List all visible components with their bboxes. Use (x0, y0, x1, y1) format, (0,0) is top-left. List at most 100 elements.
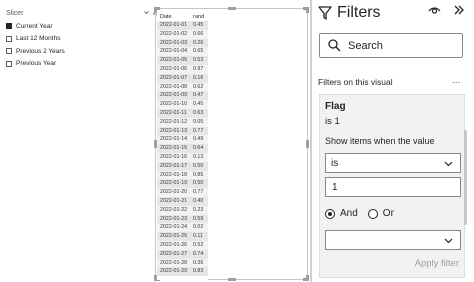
eye-icon[interactable] (428, 6, 441, 16)
table-row[interactable]: 2022-01-28 0.36 (157, 258, 208, 268)
cell-rand: 0.74 (193, 250, 204, 257)
cell-rand: 0.59 (193, 215, 204, 222)
resize-handle[interactable] (306, 7, 309, 13)
slicer-item-last-12-months[interactable]: Last 12 Months (6, 33, 65, 46)
table-row[interactable]: 2022-01-14 0.49 (157, 135, 208, 145)
cell-rand: 0.05 (193, 118, 204, 125)
cell-rand: 0.53 (193, 57, 204, 64)
cell-rand: 0.11 (193, 233, 203, 240)
cell-date: 2022-01-07 (160, 74, 188, 81)
slicer-item-label: Last 12 Months (16, 35, 61, 43)
slicer-item-label: Previous 2 Years (16, 47, 65, 55)
table-row[interactable]: 2022-01-29 0.83 (157, 267, 208, 277)
table-row[interactable]: 2022-01-10 0.45 (157, 100, 208, 109)
table-row[interactable]: 2022-01-04 0.65 (157, 47, 208, 57)
table-row[interactable]: 2022-01-20 0.77 (157, 188, 208, 197)
table-row[interactable]: 2022-01-21 0.40 (157, 196, 208, 206)
cell-date: 2022-01-18 (160, 171, 188, 178)
checkbox[interactable] (6, 23, 12, 30)
cell-date: 2022-01-25 (160, 233, 188, 240)
cell-date: 2022-01-21 (160, 197, 188, 204)
table-row[interactable]: 2022-01-19 0.50 (157, 179, 208, 189)
cell-date: 2022-01-10 (160, 101, 188, 108)
cell-date: 2022-01-06 (160, 65, 188, 72)
resize-handle[interactable] (228, 278, 236, 281)
table-visual[interactable]: Date rand 2022-01-01 0.45 2022-01-02 0.66 20… (154, 7, 309, 281)
value-input[interactable]: 1 (325, 177, 461, 197)
cell-rand: 0.52 (193, 241, 204, 248)
cell-rand: 0.77 (193, 127, 204, 134)
slicer-item-previous-2-years[interactable]: Previous 2 Years (6, 45, 65, 58)
cell-rand: 0.23 (193, 206, 204, 213)
table-row[interactable]: 2022-01-11 0.63 (157, 108, 208, 118)
cell-date: 2022-01-03 (160, 39, 188, 46)
cell-date: 2022-01-04 (160, 48, 188, 55)
radio-unselected[interactable] (367, 208, 378, 219)
slicer-title: Slicer (6, 10, 24, 17)
table-row[interactable]: 2022-01-02 0.66 (157, 29, 208, 39)
cell-date: 2022-01-28 (160, 259, 188, 266)
cell-date: 2022-01-08 (160, 83, 188, 90)
table-row[interactable]: 2022-01-08 0.62 (157, 82, 208, 92)
cell-date: 2022-01-20 (160, 189, 188, 196)
table-row[interactable]: 2022-01-06 0.97 (157, 64, 208, 74)
slicer-item-previous-year[interactable]: Previous Year (6, 58, 65, 71)
scrollbar[interactable] (464, 130, 467, 225)
table-row[interactable]: 2022-01-12 0.05 (157, 117, 208, 127)
resize-handle[interactable] (306, 140, 309, 148)
table-row[interactable]: 2022-01-27 0.74 (157, 249, 208, 259)
cell-date: 2022-01-22 (160, 206, 188, 213)
table-row[interactable]: 2022-01-05 0.53 (157, 56, 208, 65)
cell-rand: 0.65 (193, 48, 204, 55)
cell-date: 2022-01-27 (160, 250, 188, 257)
table-row[interactable]: 2022-01-23 0.59 (157, 214, 208, 224)
table-row[interactable]: 2022-01-13 0.77 (157, 126, 208, 136)
resize-handle[interactable] (306, 275, 309, 281)
filter-field-name[interactable]: Flag (325, 101, 346, 112)
resize-handle[interactable] (228, 7, 236, 10)
cell-rand: 0.47 (193, 92, 204, 99)
search-input[interactable]: Search (319, 33, 463, 58)
cell-date: 2022-01-15 (160, 145, 188, 152)
table-row[interactable]: 2022-01-22 0.23 (157, 205, 208, 215)
cell-rand: 0.36 (193, 259, 204, 266)
table-row[interactable]: 2022-01-25 0.11 (157, 232, 208, 241)
checkbox[interactable] (6, 60, 12, 67)
operator-dropdown[interactable]: is (325, 153, 461, 173)
more-options-icon[interactable]: ... (452, 75, 460, 86)
and-radio[interactable]: And (325, 208, 358, 219)
cell-rand: 0.66 (193, 30, 204, 37)
cell-rand: 0.13 (193, 153, 204, 160)
table-row[interactable]: 2022-01-03 0.26 (157, 38, 208, 48)
apply-filter-button[interactable]: Apply filter (415, 258, 459, 269)
table-row[interactable]: 2022-01-26 0.52 (157, 240, 208, 250)
value-text: 1 (332, 181, 338, 193)
cell-date: 2022-01-23 (160, 215, 188, 222)
chevron-down-icon (444, 238, 453, 244)
chevron-down-icon[interactable] (143, 9, 150, 16)
cell-rand: 0.26 (193, 39, 204, 46)
slicer-item-label: Previous Year (16, 60, 57, 68)
table-row[interactable]: 2022-01-15 0.64 (157, 144, 208, 153)
or-radio[interactable]: Or (367, 208, 394, 219)
column-header-date[interactable]: Date (157, 14, 191, 20)
table-row[interactable]: 2022-01-18 0.85 (157, 170, 208, 180)
slicer-item-current-year[interactable]: Current Year (6, 20, 65, 33)
checkbox[interactable] (6, 48, 12, 55)
operator-value: is (331, 157, 339, 169)
double-chevron-right-icon[interactable] (453, 4, 465, 19)
cell-date: 2022-01-01 (160, 22, 188, 28)
cell-date: 2022-01-24 (160, 224, 188, 231)
radio-selected[interactable] (325, 208, 335, 219)
cell-rand: 0.77 (193, 189, 204, 196)
table-row[interactable]: 2022-01-09 0.47 (157, 91, 208, 101)
cell-rand: 0.50 (193, 162, 204, 169)
second-operator-dropdown[interactable] (325, 230, 461, 250)
table-row[interactable]: 2022-01-01 0.45 (157, 21, 208, 30)
table-row[interactable]: 2022-01-16 0.13 (157, 152, 208, 162)
table-row[interactable]: 2022-01-07 0.16 (157, 73, 208, 83)
column-header-rand[interactable]: rand (191, 14, 208, 20)
table-row[interactable]: 2022-01-24 0.02 (157, 223, 208, 233)
checkbox[interactable] (6, 35, 12, 42)
table-row[interactable]: 2022-01-17 0.50 (157, 161, 208, 171)
